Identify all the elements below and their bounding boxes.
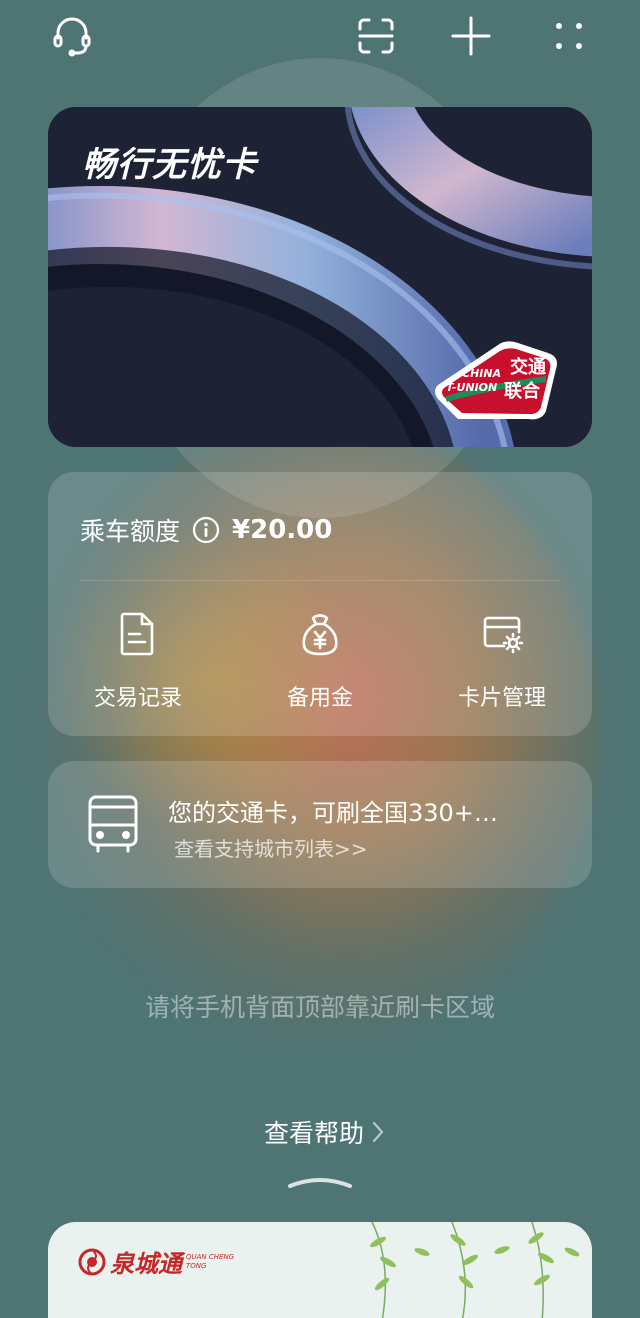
- t-union-logo: CHINA T-UNION 交通 联合: [428, 339, 562, 423]
- quanchengtong-sub-line2: TONG: [186, 1261, 207, 1270]
- document-icon: [120, 612, 154, 656]
- transit-card[interactable]: 畅行无忧卡 CHINA T-UNION 交通 联合: [48, 107, 592, 447]
- reserve-fund-button[interactable]: 备用金: [230, 610, 410, 711]
- action-label: 交易记录: [93, 686, 182, 711]
- tap-hint: 请将手机背面顶部靠近刷卡区域: [144, 993, 495, 1022]
- action-label: 备用金: [286, 686, 353, 711]
- t-union-logo-cn-line2: 联合: [504, 381, 540, 402]
- balance-panel: 乘车额度 ¥20.00 交易记录 备用金 卡片管理: [48, 472, 592, 736]
- action-row: 交易记录 备用金 卡片管理: [48, 610, 592, 711]
- card-title: 畅行无忧卡: [82, 145, 257, 185]
- quanchengtong-mark-icon: [78, 1248, 106, 1275]
- help-link[interactable]: 查看帮助: [264, 1114, 386, 1150]
- top-bar: [0, 0, 640, 80]
- next-transit-card[interactable]: 泉城通 QUAN CHENG TONG: [48, 1222, 592, 1318]
- supported-cities-link[interactable]: 查看支持城市列表>>: [174, 833, 368, 862]
- quanchengtong-sub-line1: QUAN CHENG: [186, 1252, 235, 1261]
- supported-cities-panel[interactable]: 您的交通卡，可刷全国330+… 查看支持城市列表>>: [48, 761, 592, 888]
- scan-icon[interactable]: [352, 12, 400, 60]
- quanchengtong-name: 泉城通: [110, 1250, 182, 1278]
- card-management-button[interactable]: 卡片管理: [412, 610, 592, 711]
- balance-value: ¥20.00: [232, 515, 333, 545]
- plus-icon[interactable]: [447, 12, 495, 60]
- transaction-records-button[interactable]: 交易记录: [48, 610, 228, 711]
- t-union-logo-cn-line1: 交通: [510, 357, 546, 378]
- t-union-logo-en-line1: CHINA: [462, 367, 502, 380]
- help-label: 查看帮助: [264, 1119, 365, 1148]
- headset-icon[interactable]: [48, 12, 96, 60]
- expand-handle-icon[interactable]: [286, 1174, 354, 1190]
- bus-icon: [88, 795, 138, 853]
- chevron-right-icon: [372, 1121, 384, 1143]
- info-icon[interactable]: [192, 516, 220, 544]
- quanchengtong-sub: QUAN CHENG TONG: [186, 1253, 234, 1271]
- balance-label: 乘车额度: [80, 517, 181, 546]
- card-settings-icon: [483, 616, 524, 654]
- action-label: 卡片管理: [457, 686, 546, 711]
- divider: [80, 580, 560, 581]
- willow-leaves-decoration: [370, 1222, 580, 1318]
- more-icon[interactable]: [545, 12, 593, 60]
- t-union-logo-en-line2: T-UNION: [446, 381, 498, 394]
- balance-row: 乘车额度 ¥20.00: [80, 512, 332, 548]
- money-bag-icon: [302, 614, 338, 656]
- quanchengtong-logo: 泉城通 QUAN CHENG TONG: [78, 1244, 234, 1279]
- info-title: 您的交通卡，可刷全国330+…: [168, 799, 498, 827]
